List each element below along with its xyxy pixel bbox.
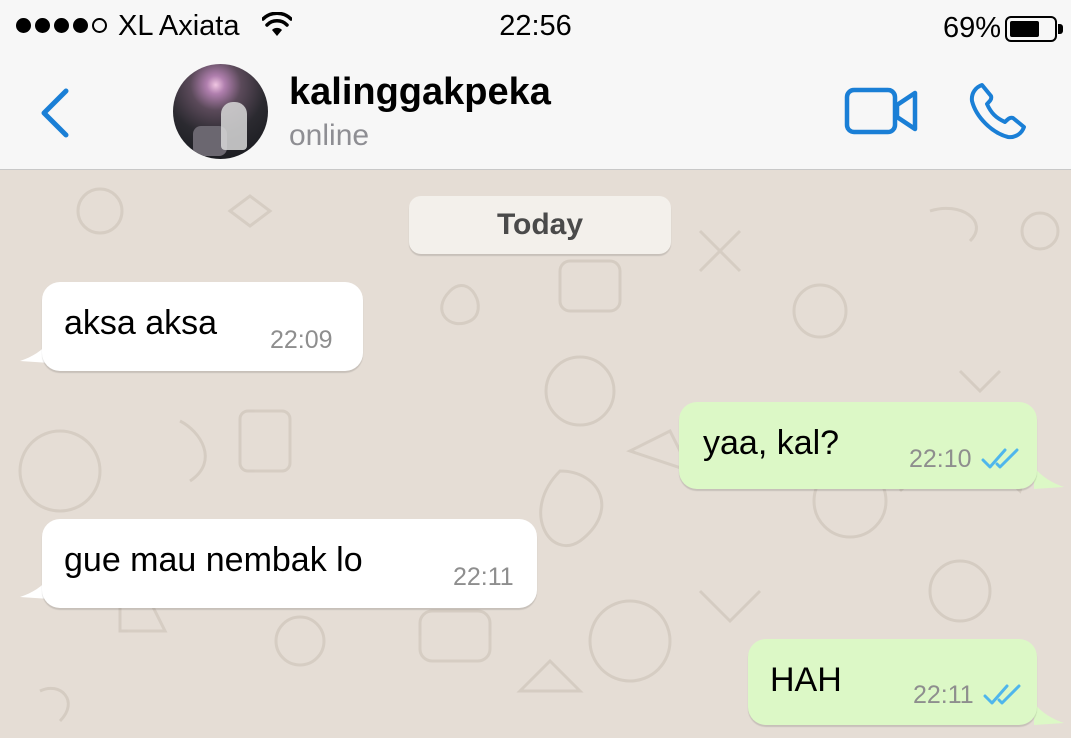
chat-header: kalinggakpeka online — [0, 55, 1071, 170]
video-call-icon[interactable] — [844, 85, 919, 137]
bubble-tail — [1034, 703, 1064, 725]
message-time: 22:10 — [909, 445, 972, 473]
battery-percent: 69% — [942, 12, 1001, 44]
message-time: 22:11 — [913, 681, 974, 709]
message-time: 22:09 — [270, 326, 333, 354]
message-bubble-outgoing[interactable]: yaa, kal? 22:10 — [679, 402, 1037, 489]
message-text: HAH — [770, 661, 842, 699]
contact-status: online — [289, 119, 370, 152]
battery-tip — [1058, 24, 1063, 34]
read-receipt-icon — [983, 684, 1021, 705]
chevron-left-icon[interactable] — [36, 85, 76, 141]
battery-icon — [1005, 16, 1057, 42]
message-text: aksa aksa — [64, 304, 218, 342]
avatar[interactable] — [173, 64, 268, 159]
phone-icon[interactable] — [968, 81, 1028, 141]
message-time: 22:11 — [453, 563, 514, 591]
message-text: gue mau nembak lo — [64, 541, 363, 579]
message-bubble-incoming[interactable]: aksa aksa 22:09 — [42, 282, 363, 371]
chat-area[interactable]: Today aksa aksa 22:09 yaa, kal? 22:10 gu… — [0, 171, 1071, 738]
date-divider: Today — [409, 196, 671, 254]
message-bubble-incoming[interactable]: gue mau nembak lo 22:11 — [42, 519, 537, 608]
message-bubble-outgoing[interactable]: HAH 22:11 — [748, 639, 1037, 725]
status-time: 22:56 — [499, 10, 572, 42]
contact-name[interactable]: kalinggakpeka — [289, 71, 551, 114]
message-text: yaa, kal? — [703, 424, 840, 462]
read-receipt-icon — [981, 448, 1019, 469]
bubble-tail — [1034, 467, 1064, 489]
status-bar: XL Axiata 22:56 69% — [0, 0, 1071, 55]
